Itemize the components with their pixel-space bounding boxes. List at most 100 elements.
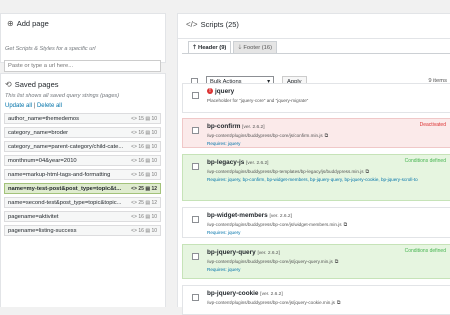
- script-name-line: bp-legacy-js [ver. 2.6.2]: [207, 159, 418, 166]
- row-checkbox[interactable]: [192, 294, 199, 301]
- styles-count: 10: [151, 213, 157, 220]
- script-info: bp-jquery-query [ver. 2.6.2] /wp-content/…: [207, 249, 338, 272]
- code-icon: <>: [131, 171, 137, 178]
- saved-page-item[interactable]: name=markup-html-tags-and-formatting <> 1…: [4, 169, 161, 180]
- saved-page-counts: <> 16 ▤ 10: [131, 158, 157, 164]
- styles-count: 10: [151, 157, 157, 164]
- code-icon: <>: [131, 199, 137, 206]
- external-link-icon[interactable]: ⧉: [366, 169, 370, 175]
- script-requires: Requires: jquery: [207, 230, 241, 235]
- script-handle[interactable]: bp-confirm: [207, 123, 240, 130]
- script-path-text: /wp-content/plugins/buddypress/bp-core/j…: [207, 300, 335, 305]
- script-row: bp-confirm [ver. 2.6.2] /wp-content/plugi…: [182, 118, 450, 148]
- saved-page-counts: <> 16 ▤ 10: [131, 214, 157, 220]
- file-icon: ▤: [145, 157, 151, 164]
- script-handle[interactable]: bp-widget-members: [207, 212, 268, 219]
- saved-pages-actions: Update all | Delete all: [1, 99, 165, 113]
- script-version: [ver. 2.6.2]: [246, 161, 269, 166]
- code-icon: <>: [131, 213, 137, 220]
- saved-pages-panel: ⟲ Saved pages This list shows all saved …: [0, 73, 166, 307]
- header-divider: [178, 38, 450, 39]
- scripts-count: 16: [138, 157, 144, 164]
- script-version: [ver. 2.6.2]: [269, 214, 292, 219]
- code-icon: </>: [186, 20, 198, 29]
- saved-page-item[interactable]: name=second-test&post_type=topic&topic..…: [4, 197, 161, 208]
- saved-pages-header: ⟲ Saved pages: [1, 74, 165, 95]
- file-icon: ▤: [145, 213, 151, 220]
- saved-page-query: category_name=parent-category/child-cate…: [8, 143, 124, 150]
- script-row: bp-jquery-cookie [ver. 2.6.2] /wp-content…: [182, 285, 450, 315]
- script-row: bp-jquery-query [ver. 2.6.2] /wp-content/…: [182, 244, 450, 279]
- script-path: /wp-content/plugins/buddypress/bp-core/j…: [207, 259, 338, 265]
- script-requires: Requires: jquery, bp-confirm, bp-widget-…: [207, 177, 418, 182]
- tab-footer[interactable]: 🡓 Footer (16): [233, 41, 278, 53]
- external-link-icon[interactable]: ⧉: [325, 133, 329, 139]
- url-input[interactable]: [4, 60, 161, 72]
- saved-page-counts: <> 16 ▤ 10: [131, 228, 157, 234]
- script-path-text: /wp-content/plugins/buddypress/bp-core/j…: [207, 222, 342, 227]
- code-icon: <>: [131, 227, 137, 234]
- status-flag: Deactivated: [419, 122, 446, 128]
- script-handle[interactable]: bp-legacy-js: [207, 159, 244, 166]
- tabs-baseline: [182, 53, 450, 54]
- script-info: bp-confirm [ver. 2.6.2] /wp-content/plugi…: [207, 123, 328, 146]
- file-icon: ▤: [145, 143, 151, 150]
- styles-count: 10: [151, 227, 157, 234]
- saved-page-item[interactable]: pagename=listing-success <> 16 ▤ 10: [4, 225, 161, 236]
- saved-page-item[interactable]: monthnum=04&year=2010 <> 16 ▤ 10: [4, 155, 161, 166]
- styles-count: 10: [151, 129, 157, 136]
- saved-pages-title: Saved pages: [14, 80, 59, 89]
- saved-page-query: pagename=aktivitet: [8, 213, 59, 220]
- scripts-count: 16: [138, 171, 144, 178]
- add-page-description: Get Scripts & Styles for a specific url: [5, 46, 96, 52]
- saved-pages-list: author_name=themedemos <> 15 ▤ 10 category…: [1, 113, 165, 236]
- script-name-line: bp-jquery-cookie [ver. 2.6.2]: [207, 290, 341, 297]
- script-name-line: bp-confirm [ver. 2.6.2]: [207, 123, 328, 130]
- script-path-text: /wp-content/plugins/buddypress/bp-core/j…: [207, 259, 333, 264]
- saved-page-item[interactable]: author_name=themedemos <> 15 ▤ 10: [4, 113, 161, 124]
- file-icon: ▤: [145, 115, 151, 122]
- script-row: ! jquery Placeholder for "jquery-core" an…: [182, 83, 450, 113]
- saved-page-item[interactable]: category_name=broder <> 16 ▤ 10: [4, 127, 161, 138]
- update-all-link[interactable]: Update all: [5, 103, 32, 109]
- file-icon: ▤: [145, 199, 151, 206]
- external-link-icon[interactable]: ⧉: [335, 259, 339, 265]
- scripts-count: 25: [138, 199, 144, 206]
- scripts-header: </> Scripts (25): [178, 14, 247, 35]
- delete-all-link[interactable]: Delete all: [37, 103, 62, 109]
- saved-page-item[interactable]: category_name=parent-category/child-cate…: [4, 141, 161, 152]
- external-link-icon[interactable]: ⧉: [337, 300, 341, 306]
- script-path: /wp-content/plugins/buddypress/bp-core/j…: [207, 133, 328, 139]
- row-checkbox[interactable]: [192, 163, 199, 170]
- styles-count: 10: [151, 171, 157, 178]
- script-requires: Requires: jquery: [207, 141, 241, 146]
- status-flag: Conditions defined: [404, 158, 446, 164]
- row-checkbox[interactable]: [192, 92, 199, 99]
- script-info: bp-widget-members [ver. 2.6.2] /wp-conten…: [207, 212, 347, 235]
- link-separator: |: [33, 103, 36, 109]
- script-path-text: /wp-content/plugins/buddypress/bp-core/j…: [207, 133, 323, 138]
- saved-page-item[interactable]: name=my-test-post&post_type=topic&t... <>…: [4, 183, 161, 194]
- file-icon: ▤: [145, 171, 151, 178]
- script-info: bp-legacy-js [ver. 2.6.2] /wp-content/plu…: [207, 159, 418, 182]
- external-link-icon[interactable]: ⧉: [344, 222, 348, 228]
- row-checkbox[interactable]: [192, 216, 199, 223]
- script-handle[interactable]: jquery: [215, 88, 234, 95]
- tab-header[interactable]: 🡑 Header (9): [188, 41, 232, 53]
- saved-page-counts: <> 16 ▤ 10: [131, 172, 157, 178]
- row-checkbox[interactable]: [192, 127, 199, 134]
- script-handle[interactable]: bp-jquery-cookie: [207, 290, 259, 297]
- styles-count: 12: [151, 185, 157, 192]
- saved-page-query: category_name=broder: [8, 129, 69, 136]
- saved-page-query: name=my-test-post&post_type=topic&t...: [8, 185, 122, 192]
- styles-count: 10: [151, 115, 157, 122]
- script-path-text: /wp-content/plugins/buddypress/bp-templa…: [207, 169, 364, 174]
- script-handle[interactable]: bp-jquery-query: [207, 249, 256, 256]
- saved-page-query: name=markup-html-tags-and-formatting: [8, 171, 111, 178]
- script-name-line: bp-widget-members [ver. 2.6.2]: [207, 212, 347, 219]
- row-checkbox[interactable]: [192, 253, 199, 260]
- status-flag: Conditions defined: [404, 248, 446, 254]
- scripts-count: 25: [138, 185, 144, 192]
- saved-page-item[interactable]: pagename=aktivitet <> 16 ▤ 10: [4, 211, 161, 222]
- scripts-count: 16: [138, 129, 144, 136]
